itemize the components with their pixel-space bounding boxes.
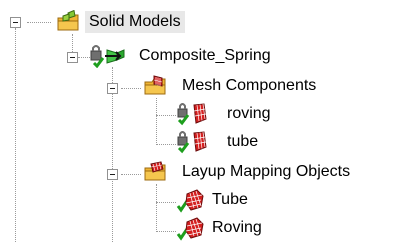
tree-node-label: Tube xyxy=(212,191,248,208)
collapse-toggle-composite-spring[interactable] xyxy=(67,52,78,63)
tree-node-label: Layup Mapping Objects xyxy=(182,163,351,180)
locked-mesh-part-icon xyxy=(175,102,215,131)
tree-node-tube-mesh[interactable]: tube xyxy=(175,130,295,154)
tree-node-label: Composite_Spring xyxy=(139,47,271,64)
tree-node-mesh-components[interactable]: Mesh Components xyxy=(141,74,341,98)
tree-line xyxy=(15,28,16,242)
folder-mesh-icon xyxy=(141,74,169,103)
folder-layup-icon xyxy=(141,160,169,189)
tree-node-label: Roving xyxy=(212,219,262,236)
tree-node-composite-spring[interactable]: Composite_Spring xyxy=(88,44,288,69)
tree-node-tube-layup[interactable]: Tube xyxy=(175,188,295,213)
locked-composite-icon xyxy=(88,44,130,73)
model-tree: Solid Models Composite_Spring Mesh Compo… xyxy=(0,0,420,242)
tree-line xyxy=(156,144,176,145)
tree-node-label: Mesh Components xyxy=(182,77,317,94)
tree-node-label: tube xyxy=(227,133,259,150)
tree-line xyxy=(156,115,176,116)
tree-node-roving-mesh[interactable]: roving xyxy=(175,102,295,126)
tree-node-layup-mapping-objects[interactable]: Layup Mapping Objects xyxy=(141,160,401,184)
tree-node-roving-layup[interactable]: Roving xyxy=(175,216,295,241)
collapse-toggle-mesh-components[interactable] xyxy=(107,83,118,94)
tree-node-solid-models[interactable]: Solid Models xyxy=(54,9,214,34)
tree-node-label: Solid Models xyxy=(85,11,185,33)
tree-line xyxy=(121,88,141,89)
layup-object-icon xyxy=(175,216,207,247)
layup-object-icon xyxy=(175,188,207,219)
tree-line xyxy=(156,184,157,232)
collapse-toggle-solid-models[interactable] xyxy=(10,17,21,28)
tree-line xyxy=(27,22,51,23)
tree-line xyxy=(156,231,176,232)
tree-line xyxy=(121,174,141,175)
folder-model-icon xyxy=(54,9,82,39)
locked-mesh-part-icon xyxy=(175,130,215,159)
tree-line xyxy=(156,98,157,145)
tree-line xyxy=(112,177,113,242)
collapse-toggle-layup-mapping[interactable] xyxy=(107,169,118,180)
tree-node-label: roving xyxy=(227,105,271,122)
tree-line xyxy=(156,202,176,203)
